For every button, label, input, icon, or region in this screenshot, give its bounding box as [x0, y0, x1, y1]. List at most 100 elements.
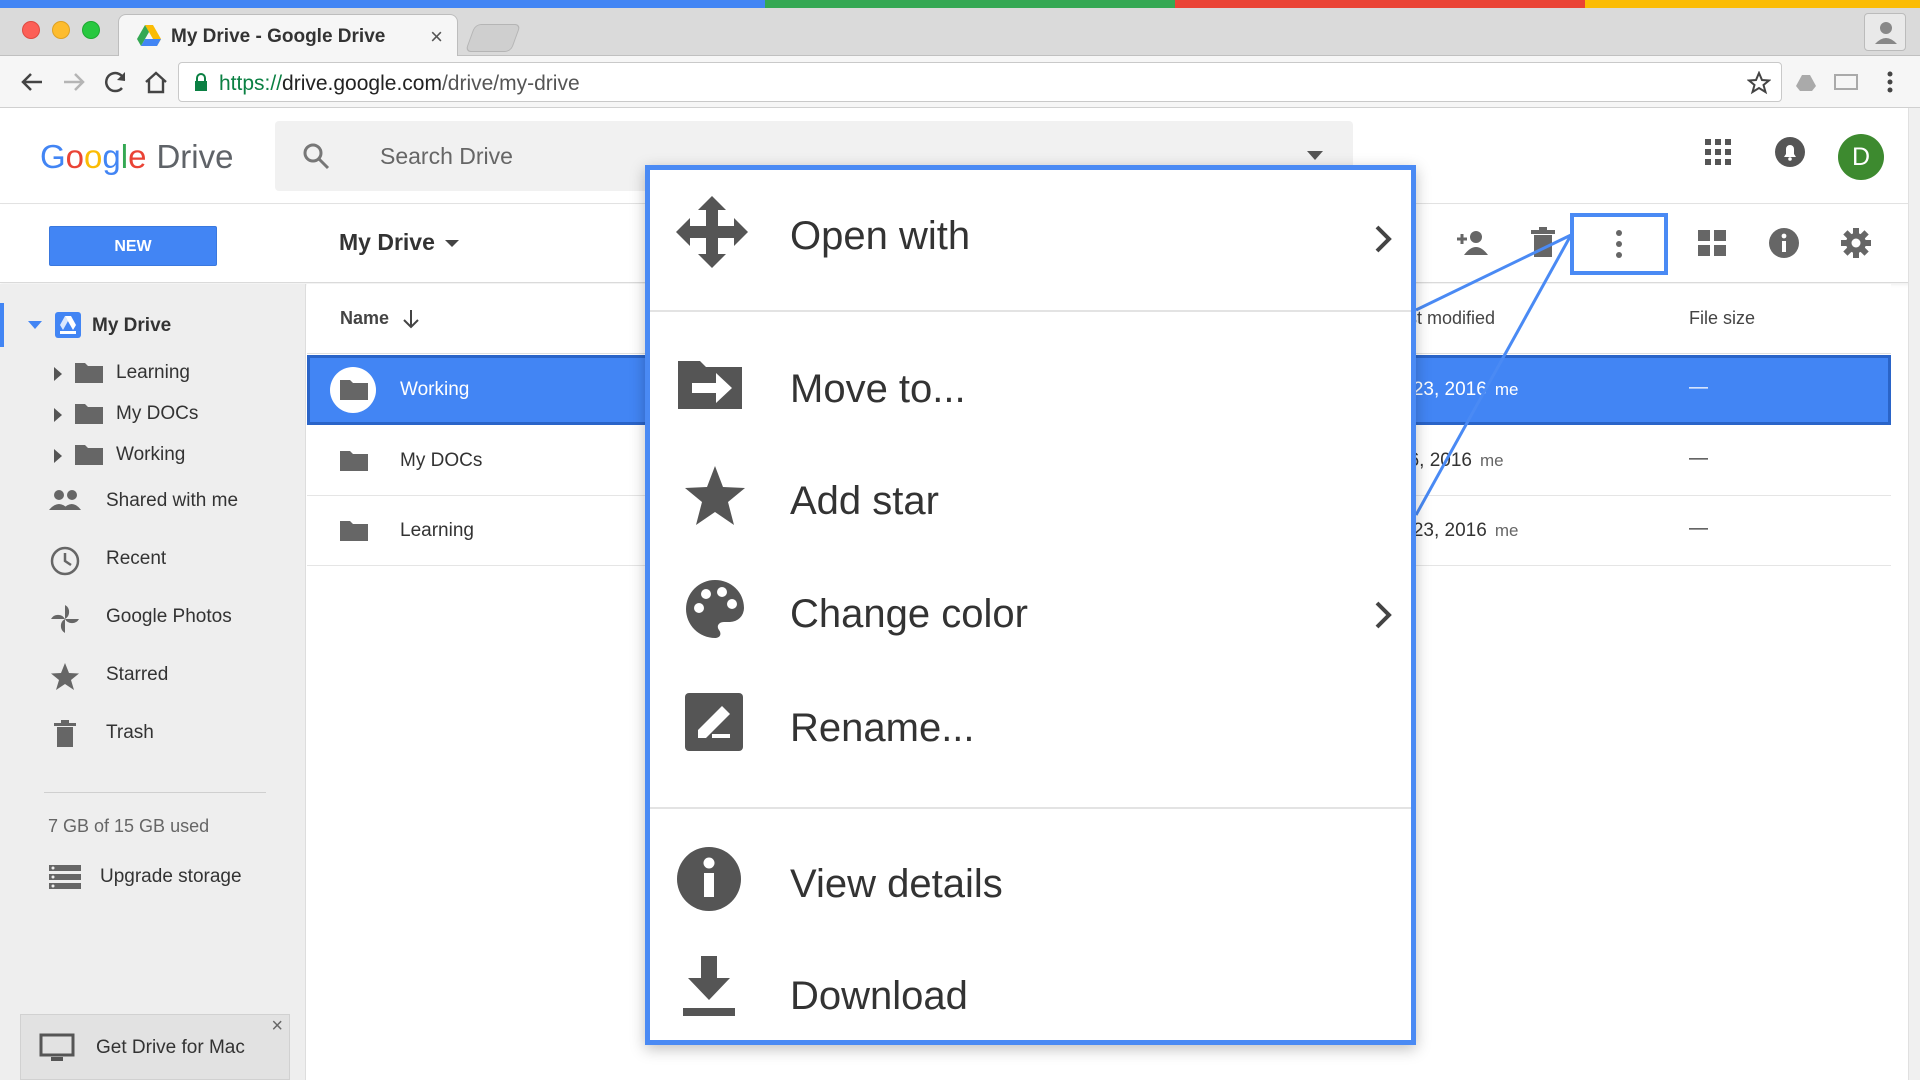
- search-input[interactable]: Search Drive: [380, 143, 513, 170]
- forward-arrow-icon[interactable]: [58, 66, 90, 98]
- grid-view-icon[interactable]: [1697, 229, 1727, 257]
- band-blue: [0, 0, 765, 8]
- google-drive-logo[interactable]: Google Drive: [40, 138, 233, 176]
- menu-item-move-to[interactable]: Move to...: [650, 343, 1411, 443]
- close-window-button[interactable]: [22, 21, 40, 39]
- menu-item-rename[interactable]: Rename...: [650, 684, 1411, 784]
- browser-menu-icon[interactable]: [1874, 66, 1906, 98]
- sidebar-item-recent[interactable]: Recent: [0, 536, 306, 580]
- notifications-icon[interactable]: [1774, 136, 1806, 168]
- photos-pinwheel-icon: [51, 605, 79, 633]
- context-menu: Open with Move to... Add star Change col…: [645, 165, 1416, 1045]
- menu-item-open-with[interactable]: Open with: [650, 188, 1411, 288]
- person-icon: [1875, 22, 1897, 44]
- share-icon[interactable]: [1454, 227, 1490, 259]
- sidebar-item-label: My Drive: [92, 315, 172, 336]
- browser-tab-active[interactable]: My Drive - Google Drive ×: [118, 14, 458, 56]
- menu-item-view-details[interactable]: View details: [650, 838, 1411, 938]
- info-icon: [677, 847, 741, 911]
- address-bar[interactable]: https://drive.google.com/drive/my-drive: [178, 62, 1782, 102]
- new-button[interactable]: NEW: [49, 226, 217, 266]
- rename-edit-icon: [685, 693, 743, 751]
- expand-arrow-icon[interactable]: [54, 367, 62, 381]
- menu-item-label: Download: [790, 974, 968, 1018]
- tree-item-my-docs[interactable]: My DOCs: [0, 393, 306, 437]
- upgrade-storage-label: Upgrade storage: [100, 866, 242, 887]
- sidebar-item-label: Google Photos: [106, 606, 232, 627]
- info-icon[interactable]: [1768, 227, 1800, 259]
- browser-profile-button[interactable]: [1864, 13, 1906, 51]
- cast-icon[interactable]: [1830, 66, 1862, 98]
- expand-arrow-icon[interactable]: [54, 449, 62, 463]
- back-arrow-icon[interactable]: [16, 66, 48, 98]
- url-host: drive.google.com: [282, 72, 442, 95]
- sidebar-item-starred[interactable]: Starred: [0, 652, 306, 696]
- sidebar-item-my-drive[interactable]: My Drive: [0, 303, 306, 347]
- menu-item-label: Open with: [790, 214, 971, 258]
- trash-icon[interactable]: [1530, 227, 1556, 259]
- sidebar-item-label: Starred: [106, 664, 169, 685]
- move-to-folder-icon: [678, 361, 742, 409]
- folder-icon: [340, 451, 368, 471]
- sidebar-item-shared[interactable]: Shared with me: [0, 478, 306, 522]
- bookmark-star-icon[interactable]: [1747, 71, 1771, 95]
- close-icon[interactable]: ×: [271, 1015, 283, 1038]
- settings-icon[interactable]: [1840, 227, 1872, 259]
- maximize-window-button[interactable]: [82, 21, 100, 39]
- col-header-modified[interactable]: st modified: [1408, 308, 1495, 329]
- sidebar-divider: [44, 792, 266, 793]
- sidebar-item-label: Learning: [116, 362, 190, 383]
- menu-item-download[interactable]: Download: [650, 950, 1411, 1050]
- file-owner: me: [1480, 451, 1504, 470]
- col-header-name-label: Name: [340, 308, 390, 328]
- page-scrollbar[interactable]: [1908, 108, 1920, 1080]
- sidebar-item-trash[interactable]: Trash: [0, 710, 306, 754]
- col-header-size[interactable]: File size: [1689, 308, 1755, 329]
- reload-icon[interactable]: [100, 66, 132, 98]
- location-dropdown[interactable]: My Drive: [339, 229, 459, 256]
- palette-icon: [686, 580, 744, 638]
- tab-close-icon[interactable]: ×: [430, 24, 443, 50]
- tree-item-working[interactable]: Working: [0, 434, 306, 478]
- drive-extension-icon[interactable]: [1790, 66, 1822, 98]
- sidebar-item-label: Working: [116, 444, 186, 465]
- logo-letter-e: e: [128, 138, 147, 175]
- file-owner: me: [1494, 380, 1519, 399]
- file-name: Learning: [400, 520, 474, 541]
- menu-item-label: Rename...: [790, 706, 975, 750]
- file-name: My DOCs: [400, 450, 483, 471]
- brand-color-band: [0, 0, 1920, 8]
- tab-title: My Drive - Google Drive: [171, 26, 386, 47]
- promo-label: Get Drive for Mac: [96, 1037, 245, 1058]
- band-yellow: [1585, 0, 1920, 8]
- expand-arrow-icon[interactable]: [54, 408, 62, 422]
- storage-usage-text: 7 GB of 15 GB used: [48, 816, 210, 836]
- get-drive-promo[interactable]: Get Drive for Mac ×: [20, 1014, 290, 1080]
- col-header-name[interactable]: Name: [340, 308, 420, 329]
- menu-item-add-star[interactable]: Add star: [650, 457, 1411, 557]
- sidebar-item-label: My DOCs: [116, 403, 199, 424]
- file-owner: me: [1494, 521, 1519, 540]
- search-options-icon[interactable]: [1307, 151, 1323, 161]
- search-icon[interactable]: [301, 141, 331, 171]
- people-icon: [49, 490, 81, 510]
- menu-item-change-color[interactable]: Change color: [650, 570, 1411, 670]
- tree-item-learning[interactable]: Learning: [0, 352, 306, 396]
- more-vert-icon[interactable]: [1609, 229, 1629, 259]
- minimize-window-button[interactable]: [52, 21, 70, 39]
- upgrade-storage-link[interactable]: Upgrade storage: [0, 854, 306, 898]
- home-icon[interactable]: [140, 66, 172, 98]
- apps-grid-icon[interactable]: [1704, 138, 1732, 166]
- chevron-right-icon: [1375, 225, 1392, 253]
- sort-arrow-down-icon: [403, 310, 419, 329]
- avatar[interactable]: D: [1838, 134, 1884, 180]
- band-green: [765, 0, 1175, 8]
- folder-icon: [340, 521, 368, 541]
- new-tab-button[interactable]: [464, 24, 522, 52]
- sidebar-item-label: Recent: [106, 548, 167, 569]
- sidebar-item-photos[interactable]: Google Photos: [0, 594, 306, 638]
- open-with-move-icon: [676, 196, 748, 268]
- sidebar-item-label: Trash: [106, 722, 154, 743]
- expand-arrow-icon[interactable]: [28, 321, 42, 329]
- file-size: —: [1689, 448, 1708, 469]
